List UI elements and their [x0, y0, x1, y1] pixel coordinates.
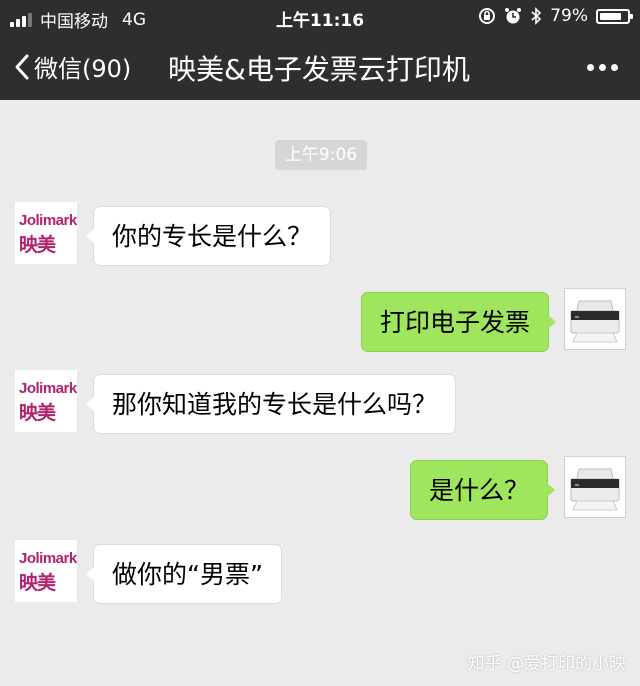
back-button[interactable]: 微信(90) [14, 49, 131, 84]
bluetooth-icon [531, 7, 542, 25]
contact-avatar[interactable]: Jolimark 映美 [15, 540, 77, 602]
message-bubble-incoming[interactable]: 那你知道我的专长是什么吗？ [85, 374, 457, 434]
chat-title: 映美&电子发票云打印机 [168, 53, 470, 86]
yingmei-logo-text: 映美 [19, 572, 56, 594]
yingmei-logo-text: 映美 [19, 234, 56, 256]
message-bubble-incoming[interactable]: 你的专长是什么？ [85, 206, 332, 266]
more-icon[interactable] [587, 64, 618, 71]
alarm-icon [505, 8, 522, 24]
jolimark-logo-text: Jolimark [19, 212, 77, 229]
battery-icon [596, 8, 633, 24]
yingmei-logo-text: 映美 [19, 402, 56, 424]
message-bubble-outgoing[interactable]: 打印电子发票 [360, 292, 557, 352]
contact-avatar[interactable]: Jolimark 映美 [15, 202, 77, 264]
battery-fill [600, 12, 621, 20]
nav-bar: 微信(90) 映美&电子发票云打印机 [0, 34, 640, 100]
jolimark-logo-text: Jolimark [19, 380, 77, 397]
contact-avatar[interactable]: Jolimark 映美 [15, 370, 77, 432]
back-label: 微信(90) [34, 55, 132, 83]
status-bar: 中国移动 4G 上午11:16 79% [0, 0, 640, 34]
printer-icon [565, 457, 625, 517]
battery-percent: 79% [550, 6, 588, 26]
rotation-lock-icon [479, 8, 496, 24]
message-bubble-outgoing[interactable]: 是什么？ [409, 460, 556, 520]
zhihu-watermark: 知乎 @爱打印的小映 [467, 654, 626, 674]
user-avatar[interactable] [564, 288, 626, 350]
chevron-left-icon [15, 54, 29, 79]
message-timestamp: 上午9:06 [275, 140, 367, 170]
user-avatar[interactable] [564, 456, 626, 518]
jolimark-logo-text: Jolimark [19, 550, 77, 567]
status-right: 79% [478, 6, 633, 26]
message-bubble-incoming[interactable]: 做你的“男票” [86, 544, 282, 604]
printer-icon [565, 289, 625, 349]
